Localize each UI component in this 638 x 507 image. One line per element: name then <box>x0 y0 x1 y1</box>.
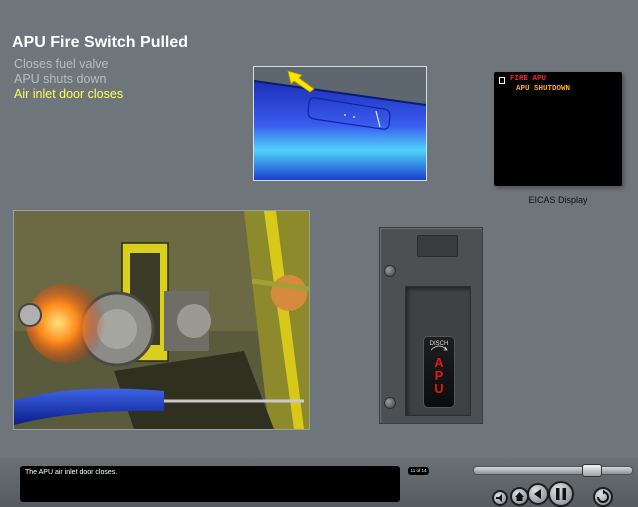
fuselage-inlet-door-image <box>253 66 427 181</box>
apu-engine-graphic <box>14 211 309 429</box>
panel-screw-bottom <box>384 397 396 409</box>
volume-icon <box>496 494 502 502</box>
pause-icon <box>556 488 566 500</box>
step-item-air-inlet-door: Air inlet door closes <box>14 87 124 101</box>
panel-screw-top <box>384 265 396 277</box>
replay-button[interactable] <box>593 487 613 507</box>
apu-handle-label: A P U <box>424 356 454 395</box>
eicas-cursor-box <box>499 77 505 84</box>
back-button[interactable] <box>527 483 549 505</box>
panel-placard <box>417 235 458 257</box>
disch-label: DISCH <box>429 341 449 347</box>
scrubber-thumb[interactable] <box>582 464 602 477</box>
page-counter: 11 of 14 <box>408 467 429 475</box>
eicas-message-fire-apu: FIRE APU <box>510 75 547 83</box>
eicas-display: FIRE APU APU SHUTDOWN <box>494 72 622 186</box>
step-item-apu-shuts-down: APU shuts down <box>14 72 107 86</box>
handle-letter-u: U <box>434 381 444 396</box>
home-icon <box>515 492 524 501</box>
back-icon <box>534 489 541 499</box>
pause-button[interactable] <box>548 481 574 507</box>
home-button[interactable] <box>510 487 529 506</box>
progress-scrubber[interactable] <box>473 464 633 477</box>
step-list: Closes fuel valve APU shuts down Air inl… <box>14 57 123 102</box>
apu-engine-illustration <box>13 210 310 430</box>
eicas-message-apu-shutdown: APU SHUTDOWN <box>516 85 571 93</box>
fuselage-illustration <box>254 70 426 180</box>
apu-fire-handle[interactable]: DISCH A P U <box>423 336 455 408</box>
page-title: APU Fire Switch Pulled <box>12 34 189 51</box>
step-item-close-fuel-valve: Closes fuel valve <box>14 57 109 71</box>
narration-caption: The APU air inlet door closes. <box>20 466 400 502</box>
replay-icon <box>597 489 609 503</box>
apu-fire-panel: DISCH A P U <box>379 227 483 424</box>
eicas-caption: EICAS Display <box>528 195 588 205</box>
handle-recess: DISCH A P U <box>405 286 471 416</box>
volume-button[interactable] <box>492 490 508 506</box>
